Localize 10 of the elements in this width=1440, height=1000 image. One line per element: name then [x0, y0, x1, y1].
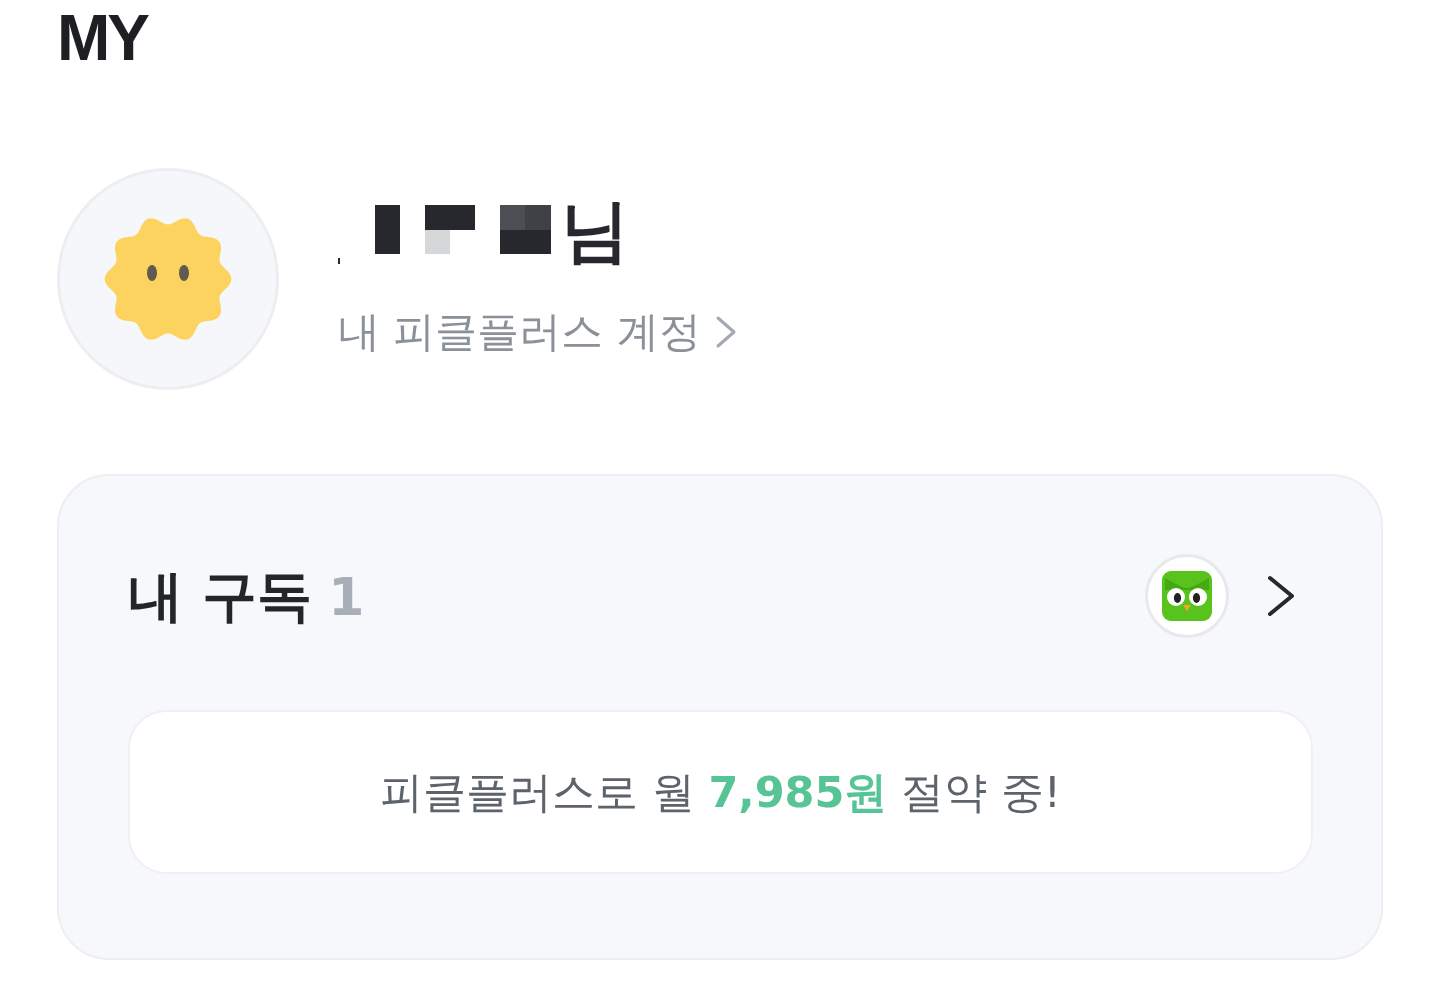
subscription-count: 1 [328, 565, 365, 629]
owl-app-icon [1145, 554, 1229, 638]
user-name: 님 [561, 195, 629, 267]
chevron-right-icon[interactable] [1266, 574, 1296, 618]
account-link[interactable]: 내 피클플러스 계정 [338, 307, 737, 357]
chevron-right-icon [714, 315, 737, 349]
avatar-icon [57, 168, 279, 390]
page-title: MY [57, 6, 147, 70]
subscription-title: 내 구독 [128, 562, 313, 630]
savings-text: 피클플러스로 월 7,985원 절약 중! [380, 766, 1061, 819]
